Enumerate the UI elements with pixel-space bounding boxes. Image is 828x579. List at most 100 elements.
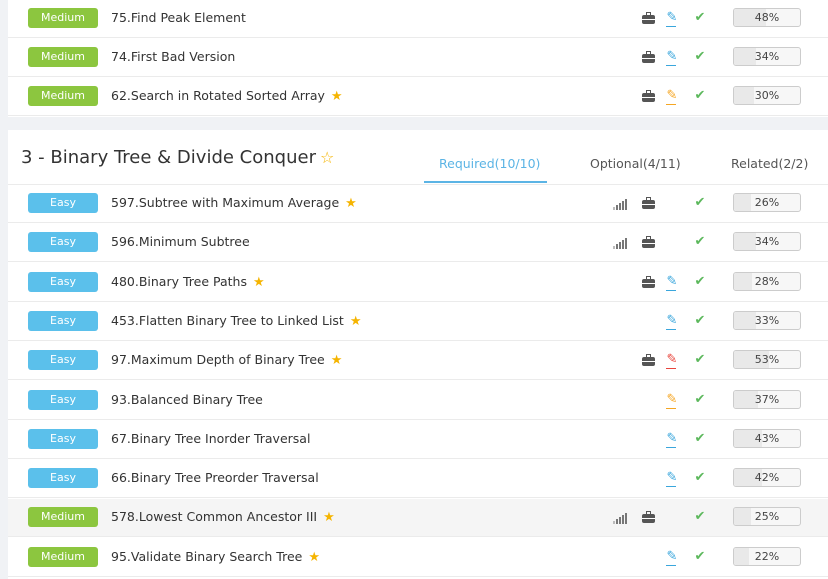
tab-required[interactable]: Required(10/10) <box>439 156 540 171</box>
problem-title[interactable]: 74.First Bad Version <box>111 49 235 64</box>
pencil-icon[interactable]: ✎ <box>664 392 680 409</box>
problem-row[interactable]: Easy 597.Subtree with Maximum Average ★ ✔ 26… <box>8 185 828 223</box>
problem-row[interactable]: Easy 67.Binary Tree Inorder Traversal ✎ ✔ 43… <box>8 421 828 459</box>
pencil-icon[interactable]: ✎ <box>664 89 680 105</box>
briefcase-icon <box>640 275 656 289</box>
problem-row[interactable]: Medium 75.Find Peak Element ✎ ✔ 48% <box>8 0 828 38</box>
check-icon: ✔ <box>694 470 706 486</box>
pencil-icon[interactable]: ✎ <box>664 274 680 291</box>
difficulty-badge: Medium <box>28 507 98 528</box>
check-icon: ✔ <box>694 312 706 328</box>
problem-row[interactable]: Easy 93.Balanced Binary Tree ✎ ✔ 37% <box>8 382 828 420</box>
pencil-icon[interactable]: ✎ <box>664 431 680 448</box>
acceptance-rate-text: 26% <box>754 196 780 209</box>
acceptance-rate: 34% <box>733 47 801 66</box>
problem-row[interactable]: Medium 62.Search in Rotated Sorted Array ★… <box>8 78 828 116</box>
problem-title[interactable]: 67.Binary Tree Inorder Traversal <box>111 431 310 446</box>
problem-list-top: Medium 75.Find Peak Element ✎ ✔ 48% Medium 74.… <box>8 0 828 117</box>
star-icon[interactable]: ★ <box>253 275 265 290</box>
problem-title-text[interactable]: 95.Validate Binary Search Tree <box>111 549 302 564</box>
problem-title[interactable]: 95.Validate Binary Search Tree ★ <box>111 549 320 565</box>
signal-icon <box>612 198 628 210</box>
problem-title-text[interactable]: 97.Maximum Depth of Binary Tree <box>111 352 325 367</box>
difficulty-badge: Easy <box>28 468 98 489</box>
acceptance-rate-text: 43% <box>754 431 780 445</box>
problem-row[interactable]: Easy 596.Minimum Subtree ✔ 34% <box>8 224 828 263</box>
acceptance-rate: 34% <box>733 232 801 252</box>
acceptance-rate: 48% <box>733 8 801 27</box>
pencil-icon[interactable]: ✎ <box>664 549 680 566</box>
check-icon: ✔ <box>694 10 706 25</box>
problem-title-text[interactable]: 596.Minimum Subtree <box>111 234 250 249</box>
problem-row[interactable]: Medium 578.Lowest Common Ancestor III ★ ✔ 25… <box>8 499 828 538</box>
problem-title-text[interactable]: 62.Search in Rotated Sorted Array <box>111 88 325 103</box>
section-header: 3 - Binary Tree & Divide Conquer ☆ Requir… <box>8 130 828 185</box>
check-icon: ✔ <box>694 352 706 368</box>
acceptance-rate: 25% <box>733 507 801 527</box>
signal-icon <box>612 512 628 525</box>
problem-title-text[interactable]: 93.Balanced Binary Tree <box>111 392 263 407</box>
briefcase-icon <box>640 89 656 103</box>
acceptance-rate-text: 48% <box>754 11 780 24</box>
problem-title[interactable]: 93.Balanced Binary Tree <box>111 392 263 407</box>
acceptance-rate-text: 33% <box>754 313 780 327</box>
pencil-icon[interactable]: ✎ <box>664 313 680 330</box>
section-title-text: 3 - Binary Tree & Divide Conquer <box>21 147 316 168</box>
pencil-icon[interactable]: ✎ <box>664 353 680 370</box>
star-icon[interactable]: ★ <box>350 314 362 329</box>
briefcase-icon <box>640 510 656 524</box>
star-icon[interactable]: ★ <box>308 550 320 565</box>
problem-title-text[interactable]: 75.Find Peak Element <box>111 10 246 25</box>
problem-title[interactable]: 480.Binary Tree Paths ★ <box>111 274 265 290</box>
tab-optional[interactable]: Optional(4/11) <box>590 156 681 171</box>
star-icon[interactable]: ★ <box>345 196 357 211</box>
problem-title[interactable]: 453.Flatten Binary Tree to Linked List ★ <box>111 313 361 329</box>
problem-title-text[interactable]: 74.First Bad Version <box>111 49 235 64</box>
acceptance-rate: 28% <box>733 271 801 291</box>
star-icon[interactable]: ★ <box>331 353 343 368</box>
problem-title[interactable]: 62.Search in Rotated Sorted Array ★ <box>111 88 343 104</box>
briefcase-icon <box>640 235 656 249</box>
tab-related[interactable]: Related(2/2) <box>731 156 808 171</box>
difficulty-badge: Easy <box>28 310 98 331</box>
check-icon: ✔ <box>694 88 706 103</box>
check-icon: ✔ <box>694 195 706 210</box>
problem-title[interactable]: 66.Binary Tree Preorder Traversal <box>111 470 319 485</box>
star-icon[interactable]: ★ <box>331 89 343 104</box>
problem-row[interactable]: Easy 480.Binary Tree Paths ★ ✎ ✔ 28% <box>8 264 828 302</box>
problem-title-text[interactable]: 578.Lowest Common Ancestor III <box>111 509 317 524</box>
problem-title[interactable]: 75.Find Peak Element <box>111 10 246 25</box>
problem-title[interactable]: 596.Minimum Subtree <box>111 234 250 249</box>
acceptance-rate: 26% <box>733 193 801 212</box>
problem-title-text[interactable]: 597.Subtree with Maximum Average <box>111 195 339 210</box>
problem-title[interactable]: 597.Subtree with Maximum Average ★ <box>111 195 357 211</box>
pencil-icon[interactable]: ✎ <box>664 11 680 27</box>
briefcase-icon <box>640 50 656 64</box>
problem-title-text[interactable]: 66.Binary Tree Preorder Traversal <box>111 470 319 485</box>
difficulty-badge: Easy <box>28 232 98 253</box>
check-icon: ✔ <box>694 234 706 250</box>
acceptance-rate-text: 34% <box>754 50 780 63</box>
star-icon[interactable]: ☆ <box>320 148 334 167</box>
acceptance-rate: 30% <box>733 86 801 105</box>
problem-title[interactable]: 578.Lowest Common Ancestor III ★ <box>111 509 335 525</box>
pencil-icon[interactable]: ✎ <box>664 471 680 488</box>
briefcase-icon <box>640 196 656 210</box>
problem-row[interactable]: Easy 453.Flatten Binary Tree to Linked Li… <box>8 303 828 341</box>
problem-row[interactable]: Easy 97.Maximum Depth of Binary Tree ★ ✎ ✔ 53… <box>8 342 828 381</box>
problem-row[interactable]: Easy 66.Binary Tree Preorder Traversal ✎ ✔ 4… <box>8 460 828 499</box>
difficulty-badge: Medium <box>28 546 98 567</box>
problem-row[interactable]: Medium 74.First Bad Version ✎ ✔ 34% <box>8 39 828 77</box>
problem-row[interactable]: Medium 95.Validate Binary Search Tree ★ ✎ ✔ 2… <box>8 539 828 577</box>
check-icon: ✔ <box>694 430 706 446</box>
pencil-icon[interactable]: ✎ <box>664 50 680 66</box>
star-icon[interactable]: ★ <box>323 510 335 525</box>
problem-title-text[interactable]: 67.Binary Tree Inorder Traversal <box>111 431 310 446</box>
problem-title-text[interactable]: 480.Binary Tree Paths <box>111 274 247 289</box>
problem-title-text[interactable]: 453.Flatten Binary Tree to Linked List <box>111 313 344 328</box>
difficulty-badge: Medium <box>28 86 98 106</box>
acceptance-rate-text: 25% <box>754 510 780 524</box>
acceptance-rate-text: 28% <box>754 274 780 288</box>
check-icon: ✔ <box>694 49 706 64</box>
problem-title[interactable]: 97.Maximum Depth of Binary Tree ★ <box>111 352 342 368</box>
